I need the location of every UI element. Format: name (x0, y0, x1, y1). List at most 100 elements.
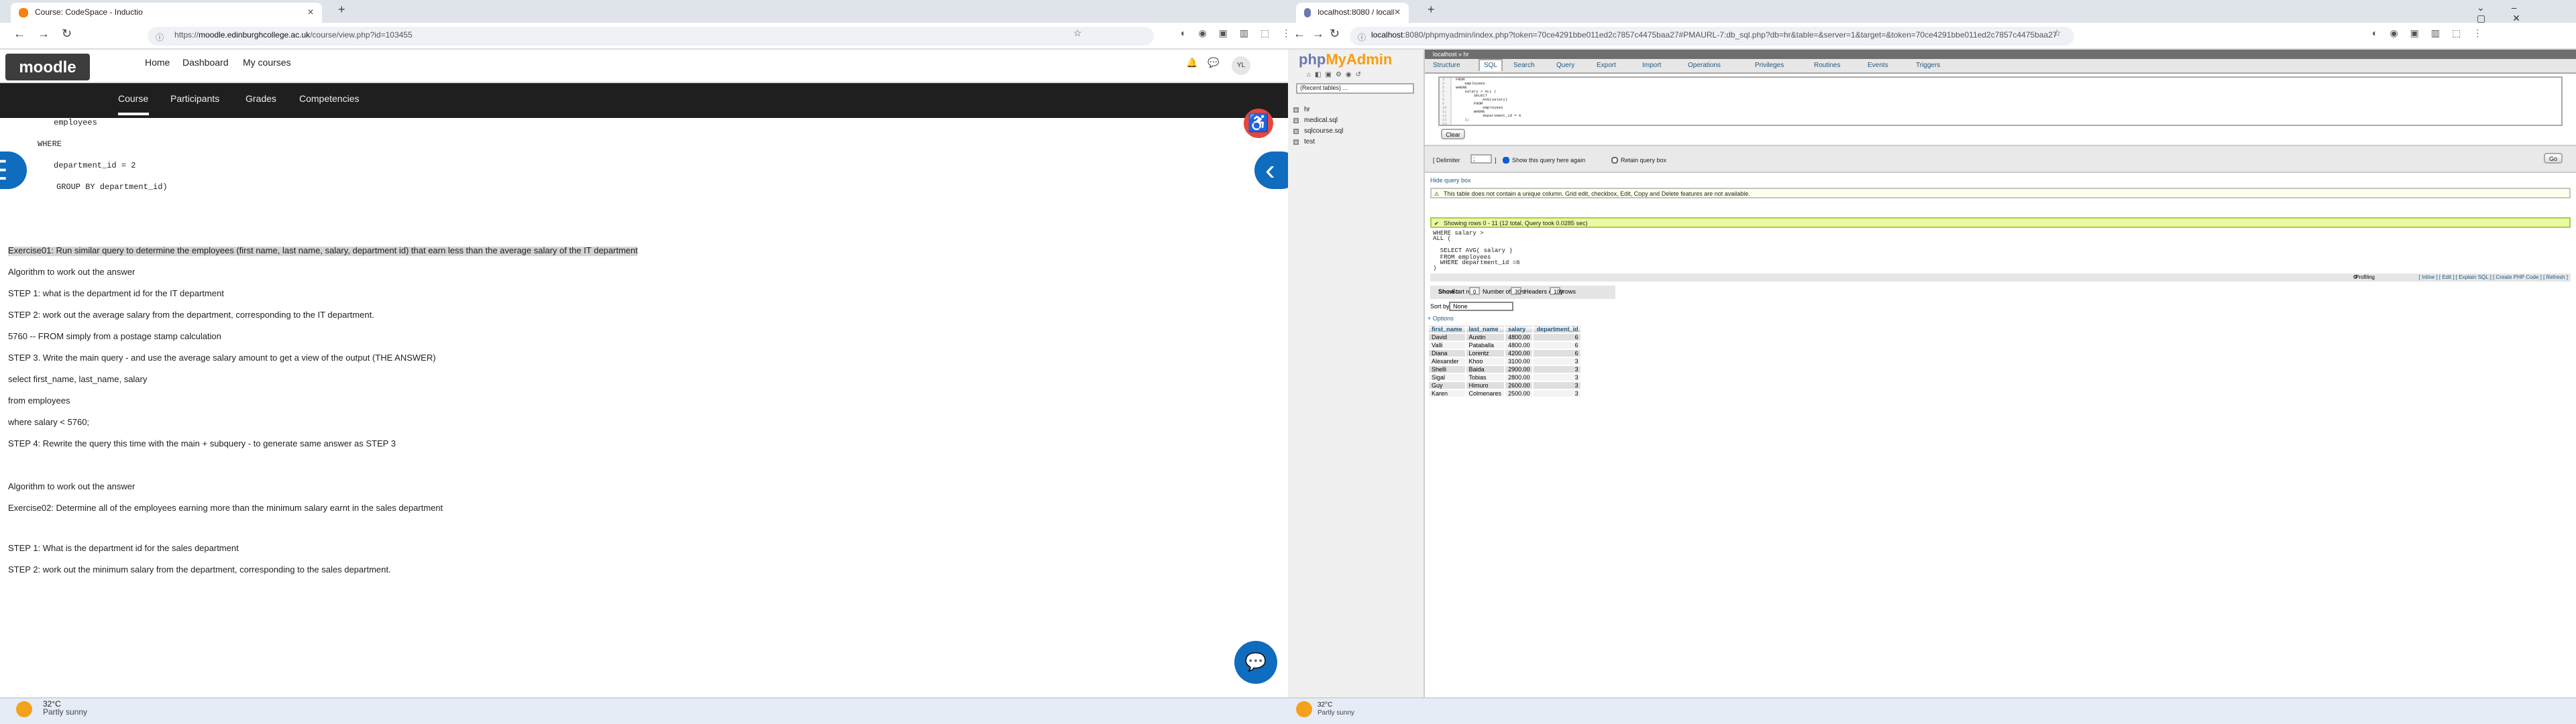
new-tab-icon[interactable]: + (338, 3, 345, 16)
tab-operations[interactable]: Operations (1688, 62, 1721, 70)
query-action-links[interactable]: [ Inline ] [ Edit ] [ Explain SQL ] [ Cr… (2419, 274, 2568, 280)
nav-dashboard[interactable]: Dashboard (182, 59, 229, 68)
results-body: David Austin 4800.00 6 Valli Pataballa 4800.00… (1428, 333, 1582, 398)
start-row-input[interactable]: 0 (1469, 287, 1480, 295)
site-info-icon[interactable]: ⓘ (1358, 30, 1366, 42)
go-button[interactable]: Go (2544, 153, 2563, 164)
moodle-favicon-icon (19, 8, 28, 17)
success-check-icon: ✔ (1434, 220, 1439, 227)
close-tab-icon[interactable]: ✕ (1394, 8, 1401, 17)
tab-query[interactable]: Query (1556, 62, 1574, 70)
weather-sun-icon (16, 701, 32, 717)
tab-import[interactable]: Import (1642, 62, 1661, 70)
table-cell: 3100.00 (1504, 357, 1534, 366)
table-cell: Valli (1428, 341, 1466, 350)
retain-query-box-label: Retain query box (1621, 157, 1667, 164)
extension-icons[interactable]: ◐◉▣▥⬚⋮ (1181, 28, 1288, 39)
db-item-sqlcourse[interactable]: + sqlcourse.sql (1293, 127, 1343, 138)
back-icon[interactable]: ← (13, 27, 25, 40)
messages-icon[interactable]: 💬 (1208, 58, 1219, 68)
weather-widget[interactable]: 32°C Partly sunny (1296, 701, 1354, 717)
nav-home[interactable]: Home (145, 59, 170, 68)
hide-query-box-link[interactable]: Hide query box (1430, 177, 1471, 184)
table-cell: Tobias (1464, 373, 1506, 382)
column-header[interactable]: last_name (1464, 324, 1506, 334)
retain-query-box-checkbox[interactable] (1611, 157, 1618, 164)
tab-sql[interactable]: SQL (1479, 59, 1503, 71)
forward-icon[interactable]: → (38, 27, 50, 40)
delimiter-input[interactable]: ; (1470, 154, 1492, 164)
tab-triggers[interactable]: Triggers (1916, 62, 1940, 70)
column-header[interactable]: salary (1504, 324, 1534, 334)
phpmyadmin-logo[interactable]: phpMyAdmin (1299, 52, 1392, 68)
code-line: WHERE (38, 139, 62, 149)
db-label[interactable]: medical.sql (1304, 117, 1338, 125)
browser-tab-moodle[interactable]: Course: CodeSpace - Inductio ✕ (11, 3, 322, 23)
table-cell: Lorentz (1464, 349, 1506, 358)
tab-events[interactable]: Events (1868, 62, 1888, 70)
browser-tab-phpmyadmin[interactable]: localhost:8080 / localhost / hr ✕ (1296, 3, 1409, 23)
tab-routines[interactable]: Routines (1814, 62, 1840, 70)
query-actions-bar: Profiling [ Inline ] [ Edit ] [ Explain … (1430, 274, 2571, 282)
db-item-test[interactable]: + test (1293, 138, 1343, 149)
nav-my-courses[interactable]: My courses (243, 59, 291, 68)
moodle-logo[interactable]: moodle (5, 54, 90, 80)
headers-every-input[interactable]: 100 (1550, 287, 1562, 295)
expand-icon[interactable]: + (1293, 129, 1299, 134)
sql-query-editor[interactable]: 3 FROM 4 employees 5 WHERE 6 salary > ALL (7 … (1438, 76, 2563, 126)
bookmark-star-icon[interactable]: ☆ (1073, 28, 1094, 39)
db-item-hr[interactable]: + hr (1293, 106, 1343, 117)
browser-tabstrip: Course: CodeSpace - Inductio ✕ + ⌄–▢✕ (0, 0, 1288, 23)
clear-button[interactable]: Clear (1441, 129, 1465, 139)
profiling-label: Profiling (2355, 274, 2375, 280)
table-cell: Himuro (1464, 381, 1506, 390)
address-bar[interactable]: ⓘ localhost:8080/phpmyadmin/index.php?to… (1350, 27, 2074, 46)
table-cell: 4200.00 (1504, 349, 1534, 358)
pma-nav-icons[interactable]: ⌂◧▣⚙◉↺ (1307, 71, 1365, 79)
expand-icon[interactable]: + (1293, 118, 1299, 123)
extension-icons[interactable]: ◐◉▣▥⬚⋮ (2372, 28, 2494, 39)
close-tab-icon[interactable]: ✕ (307, 8, 314, 17)
bookmark-star-icon[interactable]: ☆ (2053, 28, 2074, 39)
chat-support-button[interactable]: 💬 (1234, 641, 1277, 684)
url-host: localhost (1371, 32, 1403, 40)
reload-icon[interactable]: ↻ (1330, 27, 1340, 42)
column-header[interactable]: department_id (1532, 324, 1582, 334)
exercise-01-text: Exercise01: Run similar query to determi… (8, 247, 638, 256)
warning-icon: ⚠ (1434, 190, 1440, 197)
tab-search[interactable]: Search (1513, 62, 1535, 70)
tab-structure[interactable]: Structure (1433, 62, 1460, 70)
expand-icon[interactable]: + (1293, 107, 1299, 113)
window-controls[interactable]: ⌄–▢✕ (2477, 3, 2576, 24)
reload-icon[interactable]: ↻ (62, 27, 72, 42)
recent-tables-select[interactable]: (Recent tables) ... (1296, 83, 1414, 94)
forward-icon[interactable]: → (1312, 27, 1324, 40)
breadcrumb[interactable]: localhost » hr (1425, 50, 2576, 59)
table-row: Diana Lorentz 4200.00 6 (1428, 349, 1582, 358)
weather-widget[interactable]: 32°C Partly sunny (16, 701, 87, 717)
back-icon[interactable]: ← (1293, 27, 1305, 40)
site-info-icon[interactable]: ⓘ (156, 30, 164, 42)
options-toggle-link[interactable]: + Options (1428, 315, 1454, 322)
content-line: Algorithm to work out the answer (8, 268, 136, 278)
new-tab-icon[interactable]: + (1428, 3, 1435, 16)
tab-grades[interactable]: Grades (246, 95, 276, 105)
address-bar[interactable]: ⓘ https://moodle.edinburghcollege.ac.uk /… (148, 27, 1154, 46)
sort-by-key-select[interactable]: None (1449, 302, 1513, 311)
db-item-medical[interactable]: + medical.sql (1293, 117, 1343, 127)
tab-privileges[interactable]: Privileges (1755, 62, 1784, 70)
table-cell: 2800.00 (1504, 373, 1534, 382)
db-label[interactable]: sqlcourse.sql (1304, 127, 1343, 135)
num-rows-input[interactable]: 30 (1511, 287, 1521, 295)
tab-participants[interactable]: Participants (170, 95, 219, 105)
show-query-again-checkbox[interactable] (1503, 157, 1509, 164)
db-label[interactable]: hr (1304, 106, 1310, 114)
db-label[interactable]: test (1304, 138, 1315, 146)
column-header[interactable]: first_name (1428, 324, 1466, 334)
notifications-bell-icon[interactable]: 🔔 (1186, 58, 1197, 68)
tab-export[interactable]: Export (1597, 62, 1616, 70)
tab-competencies[interactable]: Competencies (299, 95, 360, 105)
user-avatar[interactable]: YL (1232, 56, 1250, 75)
tab-course[interactable]: Course (118, 95, 149, 115)
expand-icon[interactable]: + (1293, 139, 1299, 145)
